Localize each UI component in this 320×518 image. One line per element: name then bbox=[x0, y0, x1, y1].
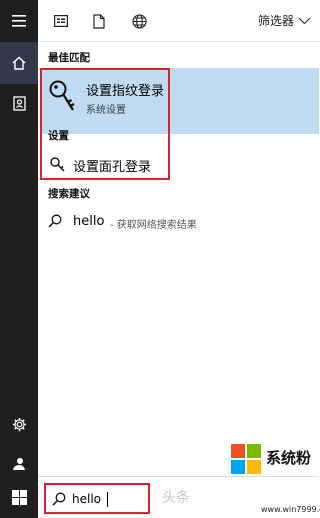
filter-dropdown[interactable]: 筛选器 bbox=[258, 12, 311, 29]
search-results: 最佳匹配 设置指纹登录 系统设置 设置 设置面孔登录 搜索建议 hello - … bbox=[38, 42, 319, 476]
filter-label: 筛选器 bbox=[257, 14, 294, 28]
web-suggestion-item[interactable]: hello - 获取网络搜索结果 bbox=[40, 210, 319, 234]
settings-button[interactable] bbox=[0, 403, 38, 445]
notebook-icon bbox=[12, 95, 26, 111]
windows-icon bbox=[11, 489, 27, 505]
web-icon bbox=[131, 13, 147, 29]
brand-logo bbox=[231, 444, 261, 474]
text-caret bbox=[107, 492, 108, 507]
setting-result-label: 设置面孔登录 bbox=[73, 160, 152, 175]
apps-filter-button[interactable] bbox=[50, 10, 72, 32]
search-icon bbox=[52, 492, 66, 506]
web-suggestions-heading: 搜索建议 bbox=[48, 188, 90, 200]
settings-icon bbox=[12, 417, 26, 431]
search-input[interactable] bbox=[72, 490, 146, 508]
home-icon bbox=[12, 56, 26, 70]
best-match-item[interactable]: 设置指纹登录 系统设置 bbox=[40, 68, 319, 134]
start-button[interactable] bbox=[0, 476, 38, 518]
documents-filter-button[interactable] bbox=[88, 10, 110, 32]
setting-result-item[interactable]: 设置面孔登录 bbox=[40, 152, 319, 176]
notebook-button[interactable] bbox=[0, 82, 38, 124]
search-icon bbox=[48, 214, 62, 228]
suggestion-term: hello bbox=[73, 214, 105, 229]
settings-heading: 设置 bbox=[48, 130, 69, 142]
menu-button[interactable] bbox=[0, 0, 38, 42]
chevron-down-icon bbox=[298, 17, 311, 24]
apps-icon bbox=[54, 15, 68, 27]
home-button[interactable] bbox=[0, 42, 38, 84]
brand-url: www.win7999.com bbox=[261, 505, 320, 514]
best-match-heading: 最佳匹配 bbox=[48, 52, 90, 64]
search-box[interactable] bbox=[44, 483, 150, 514]
web-filter-button[interactable] bbox=[128, 10, 150, 32]
document-icon bbox=[93, 13, 105, 29]
watermark-text: 头条 bbox=[162, 490, 190, 506]
key-icon bbox=[49, 80, 75, 111]
left-rail bbox=[0, 0, 38, 518]
suggestion-hint: - 获取网络搜索结果 bbox=[110, 220, 197, 231]
menu-icon bbox=[12, 15, 26, 27]
search-scope-toolbar: 筛选器 bbox=[38, 0, 319, 42]
user-icon bbox=[13, 458, 25, 470]
brand-name: 系统粉 bbox=[266, 449, 312, 467]
key-icon bbox=[50, 157, 65, 172]
best-match-subtitle: 系统设置 bbox=[86, 105, 126, 116]
best-match-title: 设置指纹登录 bbox=[86, 84, 165, 99]
